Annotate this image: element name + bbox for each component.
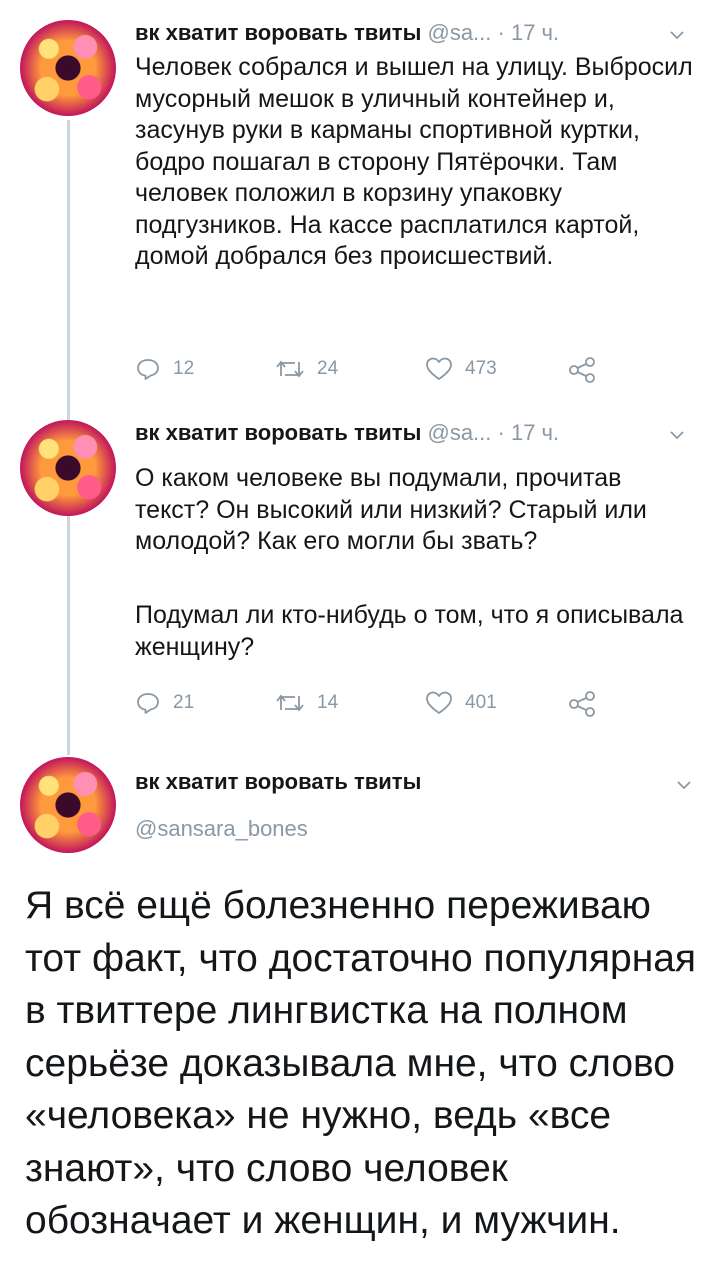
chevron-down-icon[interactable] — [675, 776, 693, 794]
share-icon — [569, 357, 595, 383]
tweet-text: Подумал ли кто-нибудь о том, что я описы… — [135, 601, 684, 661]
avatar[interactable] — [20, 420, 116, 516]
retweet-button[interactable]: 24 — [275, 356, 338, 382]
thread-line — [67, 515, 70, 755]
retweet-icon — [276, 360, 304, 378]
chevron-down-icon[interactable] — [668, 426, 686, 444]
retweet-icon — [276, 694, 304, 712]
avatar[interactable] — [20, 757, 116, 853]
tweet-header: вк хватит воровать твиты @sa... · 17 ч. — [135, 420, 559, 446]
reply-icon — [137, 359, 159, 380]
share-icon — [569, 691, 595, 717]
author-handle[interactable]: @sansara_bones — [135, 816, 308, 842]
reply-count: 12 — [173, 358, 195, 379]
reply-count: 21 — [173, 692, 195, 713]
tweet-text: Человек собрался и вышел на улицу. Выбро… — [135, 53, 693, 270]
chevron-down-icon[interactable] — [668, 26, 686, 44]
author-name[interactable]: вк хватит воровать твиты — [135, 769, 421, 795]
share-button[interactable] — [567, 356, 597, 384]
author-name[interactable]: вк хватит воровать твиты — [135, 420, 421, 445]
share-button[interactable] — [567, 690, 597, 718]
like-button[interactable]: 401 — [425, 690, 497, 716]
timestamp[interactable]: · 17 ч. — [498, 420, 560, 445]
like-icon — [426, 357, 452, 380]
author-handle[interactable]: @sa... — [427, 20, 491, 45]
main-tweet-text: Я всё ещё болезненно переживаю тот факт,… — [25, 884, 697, 1242]
timestamp[interactable]: · 17 ч. — [498, 20, 560, 45]
tweet-text: О каком человеке вы подумали, прочитав т… — [135, 464, 647, 555]
retweet-button[interactable]: 14 — [275, 690, 338, 716]
like-button[interactable]: 473 — [425, 356, 497, 382]
reply-button[interactable]: 12 — [135, 356, 194, 382]
like-count: 401 — [465, 692, 497, 713]
like-count: 473 — [465, 358, 497, 379]
avatar[interactable] — [20, 20, 116, 116]
retweet-count: 14 — [317, 692, 339, 713]
author-name[interactable]: вк хватит воровать твиты — [135, 20, 421, 45]
thread-line — [67, 120, 70, 420]
tweet-header: вк хватит воровать твиты @sa... · 17 ч. — [135, 20, 559, 46]
reply-button[interactable]: 21 — [135, 690, 194, 716]
author-handle[interactable]: @sa... — [427, 420, 491, 445]
retweet-count: 24 — [317, 358, 339, 379]
like-icon — [426, 691, 452, 714]
reply-icon — [137, 693, 159, 714]
